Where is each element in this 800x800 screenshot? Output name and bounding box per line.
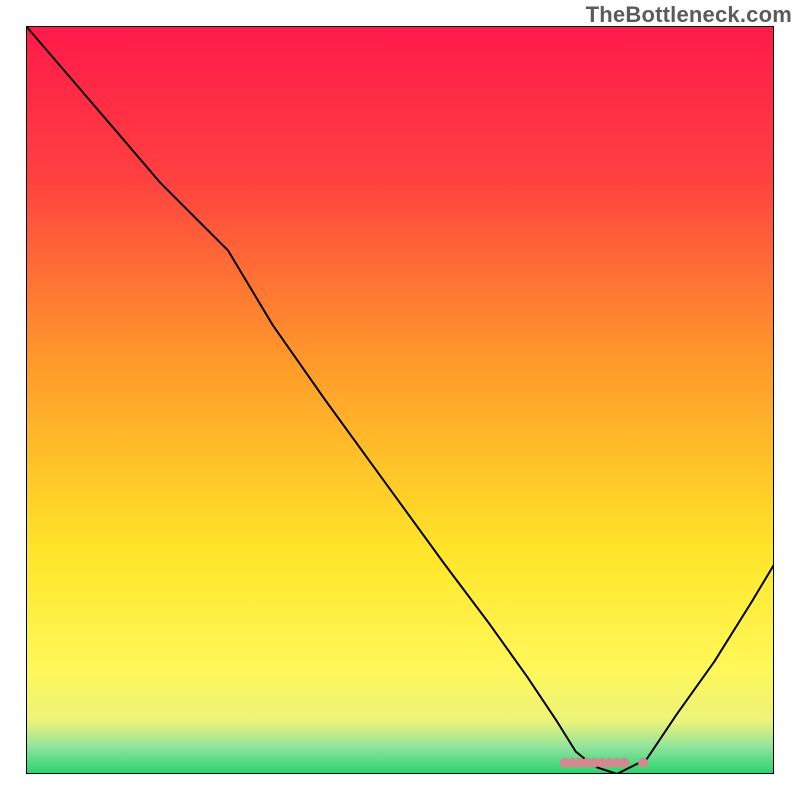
marker-point: [638, 758, 648, 768]
gradient-background: [26, 26, 774, 774]
marker-point: [619, 758, 629, 768]
chart-svg: [26, 26, 774, 774]
chart-container: TheBottleneck.com: [0, 0, 800, 800]
watermark-text: TheBottleneck.com: [586, 2, 792, 28]
